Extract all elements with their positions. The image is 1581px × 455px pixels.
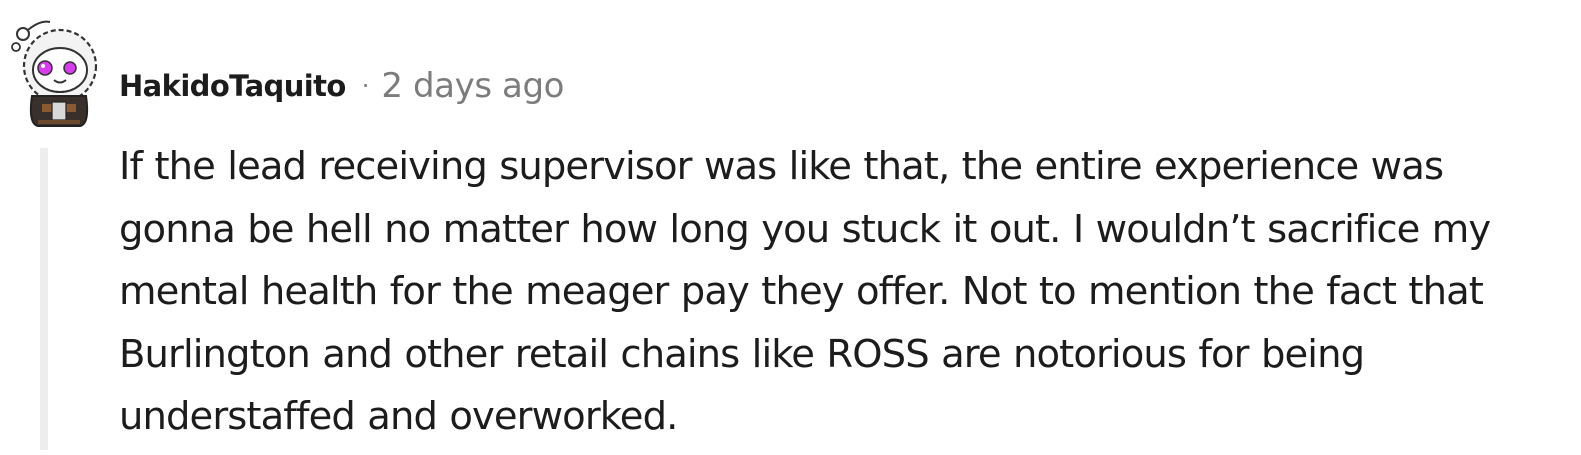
comment-body-line: Burlington and other retail chains like … [119, 331, 1365, 377]
comment-body-line: If the lead receiving supervisor was lik… [119, 144, 1444, 189]
thread-collapse-line[interactable] [40, 148, 48, 450]
comment: HakidoTaquito · 2 days ago If the lead r… [0, 0, 1581, 455]
comment-timestamp[interactable]: 2 days ago [381, 66, 564, 106]
comment-body: If the lead receiving supervisor was lik… [119, 136, 1559, 449]
author-username[interactable]: HakidoTaquito [119, 69, 346, 103]
comment-body-line: gonna be hell no matter how long you stu… [119, 206, 1491, 252]
comment-body-line: mental health for the meager pay they of… [119, 269, 1484, 314]
meta-separator: · [361, 72, 370, 100]
comment-meta: HakidoTaquito · 2 days ago [119, 64, 564, 108]
reddit-snoo-avatar-icon [11, 20, 98, 127]
avatar[interactable] [8, 12, 100, 128]
comment-body-line: understaffed and overworked. [119, 394, 678, 439]
